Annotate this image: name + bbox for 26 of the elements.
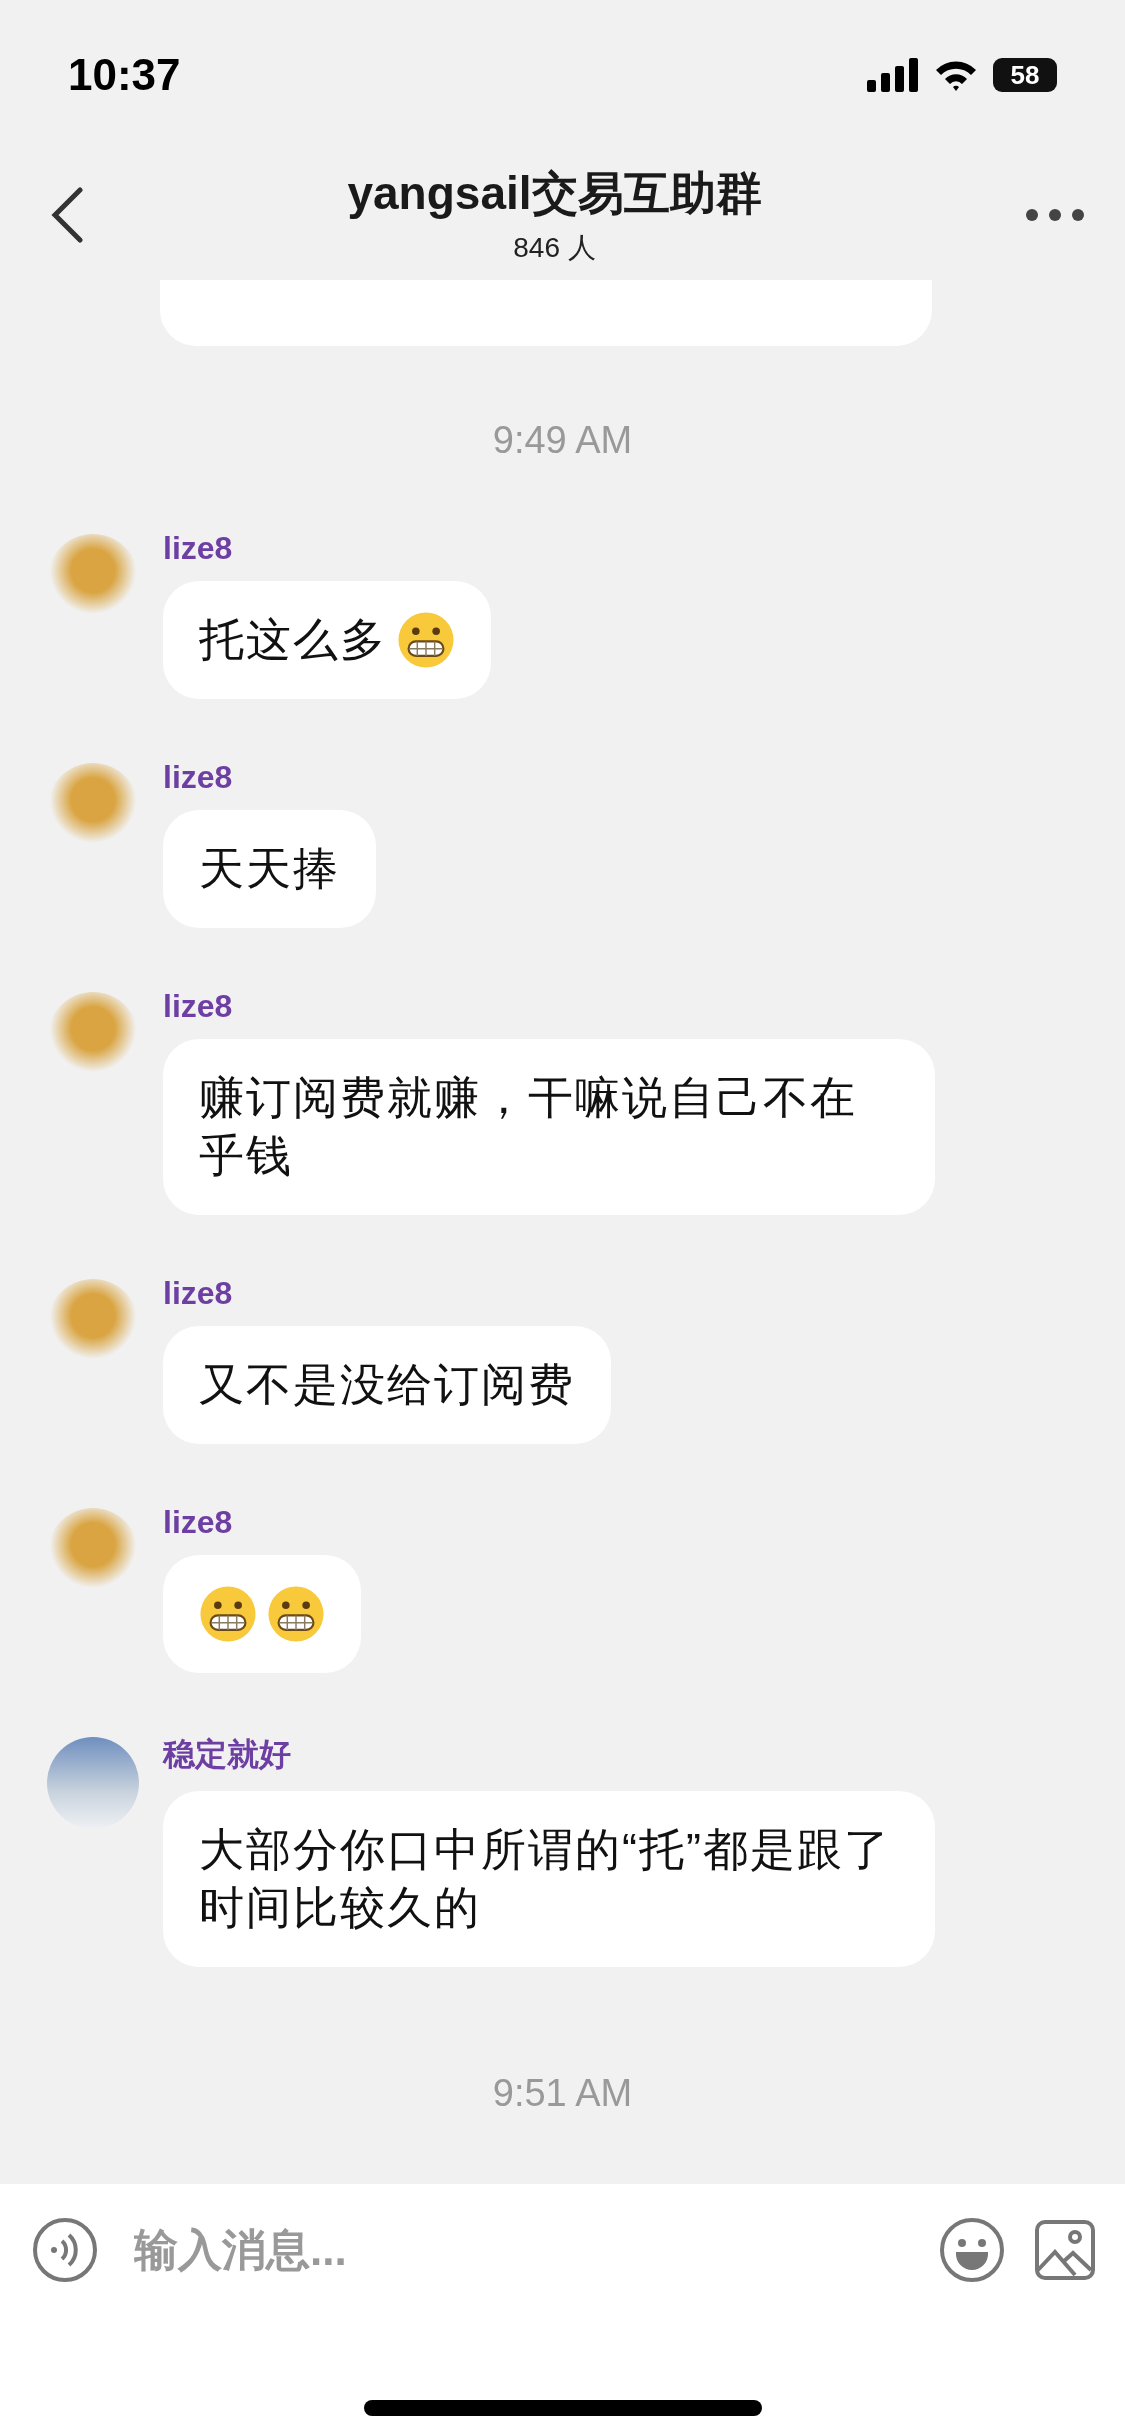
sender-name: lize8 — [163, 1504, 233, 1541]
sender-name: lize8 — [163, 530, 233, 567]
chat-title: yangsail交易互助群 — [347, 166, 762, 221]
sender-name: lize8 — [163, 1275, 233, 1312]
member-count: 846 人 — [513, 231, 596, 265]
message-text: 天天捧 — [199, 842, 340, 896]
signal-icon — [867, 58, 919, 92]
message-text: 又不是没给订阅费 — [199, 1358, 575, 1412]
message-text: 托这么多 — [199, 613, 387, 667]
sender-name: lize8 — [163, 988, 233, 1025]
status-time: 10:37 — [68, 50, 181, 100]
timestamp: 9:49 AM — [492, 419, 633, 462]
grimacing-face-icon — [267, 1585, 325, 1643]
sender-name: lize8 — [163, 759, 233, 796]
emoji-icon[interactable] — [939, 2217, 1005, 2283]
timestamp: 9:51 AM — [492, 2072, 633, 2115]
grimacing-face-icon — [199, 1585, 257, 1643]
back-icon[interactable] — [50, 187, 84, 243]
message-text: 大部分你口中所谓的“托”都是跟了时间比较久的 — [199, 1823, 892, 1935]
battery-icon: 58 — [993, 58, 1057, 92]
grimacing-face-icon — [397, 611, 455, 669]
more-icon[interactable] — [1025, 208, 1085, 222]
message-text: 赚订阅费就赚，干嘛说自己不在乎钱 — [199, 1071, 858, 1183]
voice-icon[interactable] — [32, 2217, 98, 2283]
sender-name: 稳定就好 — [163, 1735, 291, 1774]
image-icon[interactable] — [1035, 2220, 1095, 2280]
